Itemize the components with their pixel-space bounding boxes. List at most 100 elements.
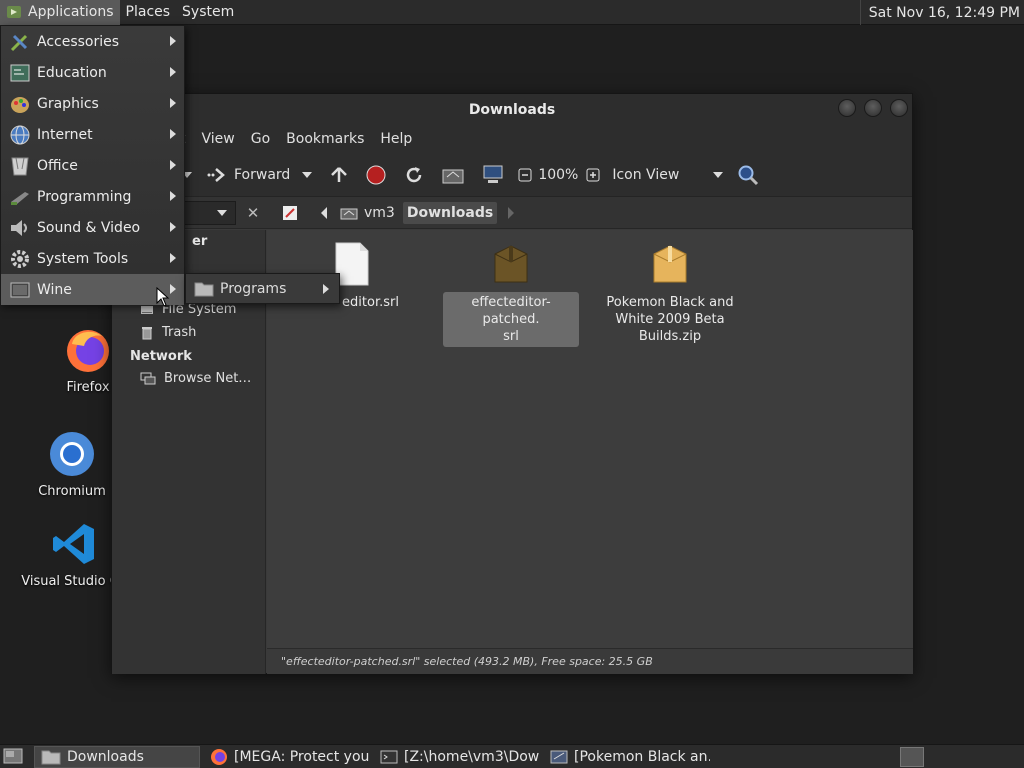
file-view[interactable]: editor.srl effecteditor-patched. srl Pok…: [267, 230, 913, 674]
up-button[interactable]: [330, 166, 348, 184]
menu-item-label: Office: [37, 157, 78, 174]
menu-item-accessories[interactable]: Accessories: [1, 26, 184, 57]
sidebar-item-label: Trash: [162, 325, 197, 340]
task-downloads[interactable]: Downloads: [34, 745, 200, 768]
up-arrow-icon: [330, 166, 348, 184]
edit-icon: [282, 205, 298, 221]
file-item[interactable]: Pokemon Black and White 2009 Beta Builds…: [602, 242, 738, 347]
forward-button[interactable]: Forward: [206, 167, 290, 183]
stop-button[interactable]: [366, 165, 386, 185]
zoom-out-button[interactable]: [518, 168, 532, 182]
file-name: Pokemon Black and White 2009 Beta Builds…: [606, 295, 734, 344]
sidebar-item-browse-network[interactable]: Browse Net…: [112, 367, 251, 390]
menu-go[interactable]: Go: [243, 131, 278, 147]
breadcrumb-downloads[interactable]: Downloads: [402, 201, 498, 224]
mouse-cursor-icon: [156, 287, 170, 307]
breadcrumb-right-button[interactable]: [503, 202, 519, 224]
reload-button[interactable]: [404, 165, 424, 185]
computer-button[interactable]: [482, 165, 504, 185]
trash-icon: [140, 326, 154, 340]
places-menu[interactable]: Places: [120, 0, 177, 25]
forward-arrow-icon: [206, 167, 226, 183]
applications-dropdown: Accessories Education Graphics Internet …: [0, 25, 185, 305]
task-wine-terminal[interactable]: [Z:\home\vm3\Dow…: [374, 746, 540, 768]
forward-dropdown[interactable]: [302, 171, 313, 178]
window-titlebar[interactable]: Downloads: [112, 94, 912, 125]
menu-item-label: Programming: [37, 188, 132, 205]
menu-help[interactable]: Help: [372, 131, 420, 147]
menu-item-education[interactable]: Education: [1, 57, 184, 88]
applications-menu[interactable]: Applications: [0, 0, 120, 25]
system-tools-icon: [9, 248, 31, 270]
menu-bookmarks[interactable]: Bookmarks: [278, 131, 372, 147]
submenu-item-programs[interactable]: Programs: [194, 281, 339, 297]
computer-icon: [482, 165, 504, 185]
wine-icon: [9, 279, 31, 301]
task-label: [MEGA: Protect your…: [234, 748, 370, 765]
close-sidebar-button[interactable]: ✕: [242, 202, 264, 224]
menu-item-label: Education: [37, 64, 107, 81]
close-icon: ✕: [246, 203, 260, 222]
workspace-switcher[interactable]: [900, 747, 924, 767]
chevron-down-icon: [302, 171, 313, 178]
sound-video-icon: [9, 217, 31, 239]
breadcrumb: vm3 Downloads: [336, 201, 519, 225]
chevron-right-icon: [170, 253, 176, 263]
zoom-level[interactable]: 100%: [538, 167, 578, 183]
applications-label: Applications: [28, 4, 114, 20]
submenu-item-label: Programs: [220, 280, 287, 297]
breadcrumb-vm3[interactable]: vm3: [336, 202, 399, 224]
menu-item-graphics[interactable]: Graphics: [1, 88, 184, 119]
stop-icon: [366, 165, 386, 185]
reload-icon: [404, 165, 424, 185]
menu-view[interactable]: View: [194, 131, 243, 147]
zoom-in-button[interactable]: [586, 168, 600, 182]
chevron-right-icon: [170, 67, 176, 77]
menu-item-label: Sound & Video: [37, 219, 141, 236]
task-pokemon[interactable]: [Pokemon Black an…: [544, 746, 710, 768]
chevron-right-icon: [170, 284, 176, 294]
network-icon: [140, 372, 156, 386]
office-icon: [9, 155, 31, 177]
minimize-button[interactable]: [838, 99, 856, 117]
menu-item-programming[interactable]: Programming: [1, 181, 184, 212]
sidebar-item-trash[interactable]: Trash: [112, 321, 196, 344]
show-desktop-button[interactable]: [3, 748, 23, 764]
chevron-right-icon: [323, 284, 329, 294]
breadcrumb-label: vm3: [364, 204, 395, 221]
chromium-icon: [48, 430, 96, 478]
window-title: Downloads: [468, 101, 556, 118]
task-mega[interactable]: [MEGA: Protect your…: [204, 746, 370, 768]
maximize-button[interactable]: [864, 99, 882, 117]
gnome-foot-icon: [6, 4, 22, 20]
chevron-right-icon: [170, 98, 176, 108]
task-label: [Z:\home\vm3\Dow…: [404, 748, 540, 765]
folder-icon: [41, 749, 61, 765]
edit-location-button[interactable]: [278, 202, 302, 224]
accessories-icon: [9, 31, 31, 53]
status-bar: "effecteditor-patched.srl" selected (493…: [267, 648, 913, 674]
chevron-right-icon: [170, 222, 176, 232]
system-menu[interactable]: System: [176, 0, 240, 25]
menu-item-internet[interactable]: Internet: [1, 119, 184, 150]
file-name: effecteditor-patched. srl: [443, 292, 579, 347]
sidebar-item-label: Browse Net…: [164, 371, 252, 386]
package-icon: [491, 242, 531, 286]
menu-item-office[interactable]: Office: [1, 150, 184, 181]
search-button[interactable]: [737, 164, 759, 186]
firefox-icon: [64, 326, 112, 374]
menu-item-system-tools[interactable]: System Tools: [1, 243, 184, 274]
close-button[interactable]: [890, 99, 908, 117]
home-button[interactable]: [442, 166, 464, 184]
chevron-right-icon: [170, 36, 176, 46]
file-item-selected[interactable]: effecteditor-patched. srl: [443, 242, 579, 347]
wine-terminal-icon: [380, 749, 398, 765]
forward-label: Forward: [234, 166, 291, 183]
clock[interactable]: Sat Nov 16, 12:49 PM: [859, 0, 1020, 25]
location-bar: ✕ vm3 Downloads: [112, 197, 912, 229]
menu-item-label: System Tools: [37, 250, 129, 267]
breadcrumb-left-button[interactable]: [316, 202, 332, 224]
vscode-icon: [50, 520, 98, 568]
menu-item-sound-video[interactable]: Sound & Video: [1, 212, 184, 243]
view-mode-select[interactable]: Icon View: [612, 167, 724, 183]
